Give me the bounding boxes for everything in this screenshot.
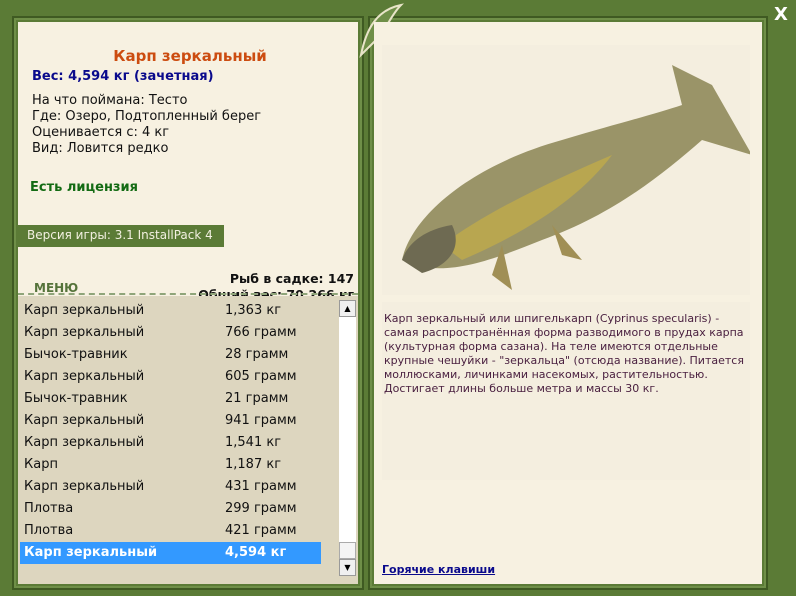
catch-list[interactable]: ▲ ▼ Карп зеркальный 1,363 кг Карп зеркальн… bbox=[18, 296, 358, 584]
catch-name: Карп bbox=[24, 457, 58, 472]
catch-name: Бычок-травник bbox=[24, 391, 128, 406]
catch-row[interactable]: Плотва 299 грамм bbox=[20, 498, 321, 520]
fish-details: На что поймана: Тесто Где: Озеро, Подтоп… bbox=[32, 93, 261, 157]
fish-title: Карп зеркальный bbox=[113, 47, 267, 65]
location-info: Где: Озеро, Подтопленный берег bbox=[32, 109, 262, 124]
fish-weight: Вес: 4,594 кг (зачетная) bbox=[32, 69, 214, 84]
catch-name: Бычок-травник bbox=[24, 347, 128, 362]
bait-info: На что поймана: Тесто bbox=[32, 93, 188, 108]
catch-row[interactable]: Бычок-травник 21 грамм bbox=[20, 388, 321, 410]
license-status: Есть лицензия bbox=[30, 180, 138, 195]
catch-weight: 21 грамм bbox=[225, 391, 289, 406]
catch-weight: 4,594 кг bbox=[225, 545, 287, 560]
catch-name: Карп зеркальный bbox=[24, 325, 145, 340]
catch-row[interactable]: Карп зеркальный 605 грамм bbox=[20, 366, 321, 388]
fish-description-panel: Карп зеркальный или шпигелькарп (Cyprinu… bbox=[374, 22, 762, 584]
close-button[interactable]: X bbox=[774, 4, 788, 25]
catch-name: Карп зеркальный bbox=[24, 435, 145, 450]
catch-weight: 431 грамм bbox=[225, 479, 297, 494]
catch-name: Карп зеркальный bbox=[24, 479, 145, 494]
catch-row[interactable]: Карп зеркальный 1,541 кг bbox=[20, 432, 321, 454]
catch-row[interactable]: Карп зеркальный 766 грамм bbox=[20, 322, 321, 344]
fish-count: Рыб в садке: 147 bbox=[229, 271, 354, 286]
catch-name: Плотва bbox=[24, 523, 74, 538]
catch-weight: 1,363 кг bbox=[225, 303, 282, 318]
fish-info-panel: Карп зеркальный Вес: 4,594 кг (зачетная)… bbox=[18, 22, 358, 584]
rarity-info: Вид: Ловится редко bbox=[32, 141, 169, 156]
catch-weight: 28 грамм bbox=[225, 347, 289, 362]
catch-name: Карп зеркальный bbox=[24, 413, 145, 428]
divider bbox=[18, 293, 358, 295]
fish-image bbox=[382, 45, 752, 295]
catch-weight: 766 грамм bbox=[225, 325, 297, 340]
threshold-info: Оценивается с: 4 кг bbox=[32, 125, 170, 140]
catch-weight: 421 грамм bbox=[225, 523, 297, 538]
catch-name: Карп зеркальный bbox=[24, 303, 145, 318]
catch-row[interactable]: Карп зеркальный 4,594 кг bbox=[20, 542, 321, 564]
fish-description: Карп зеркальный или шпигелькарп (Cyprinu… bbox=[384, 312, 744, 395]
catch-row[interactable]: Карп зеркальный 941 грамм bbox=[20, 410, 321, 432]
scrollbar[interactable]: ▲ ▼ bbox=[339, 300, 356, 576]
game-version: Версия игры: 3.1 InstallPack 4 bbox=[18, 225, 224, 247]
catch-row[interactable]: Карп зеркальный 1,363 кг bbox=[20, 300, 321, 322]
catch-name: Плотва bbox=[24, 501, 74, 516]
catch-name: Карп зеркальный bbox=[24, 545, 158, 560]
catch-row[interactable]: Карп зеркальный 431 грамм bbox=[20, 476, 321, 498]
catch-row[interactable]: Плотва 421 грамм bbox=[20, 520, 321, 542]
mirror-carp-icon bbox=[402, 65, 752, 290]
scroll-down-button[interactable]: ▼ bbox=[339, 559, 356, 576]
catch-row[interactable]: Карп 1,187 кг bbox=[20, 454, 321, 476]
catch-weight: 605 грамм bbox=[225, 369, 297, 384]
catch-weight: 1,187 кг bbox=[225, 457, 282, 472]
catch-weight: 299 грамм bbox=[225, 501, 297, 516]
catch-name: Карп зеркальный bbox=[24, 369, 145, 384]
hotkeys-link[interactable]: Горячие клавиши bbox=[382, 563, 495, 576]
catch-weight: 1,541 кг bbox=[225, 435, 282, 450]
scroll-up-button[interactable]: ▲ bbox=[339, 300, 356, 317]
catch-weight: 941 грамм bbox=[225, 413, 297, 428]
scroll-thumb[interactable] bbox=[339, 542, 356, 559]
catch-row[interactable]: Бычок-травник 28 грамм bbox=[20, 344, 321, 366]
